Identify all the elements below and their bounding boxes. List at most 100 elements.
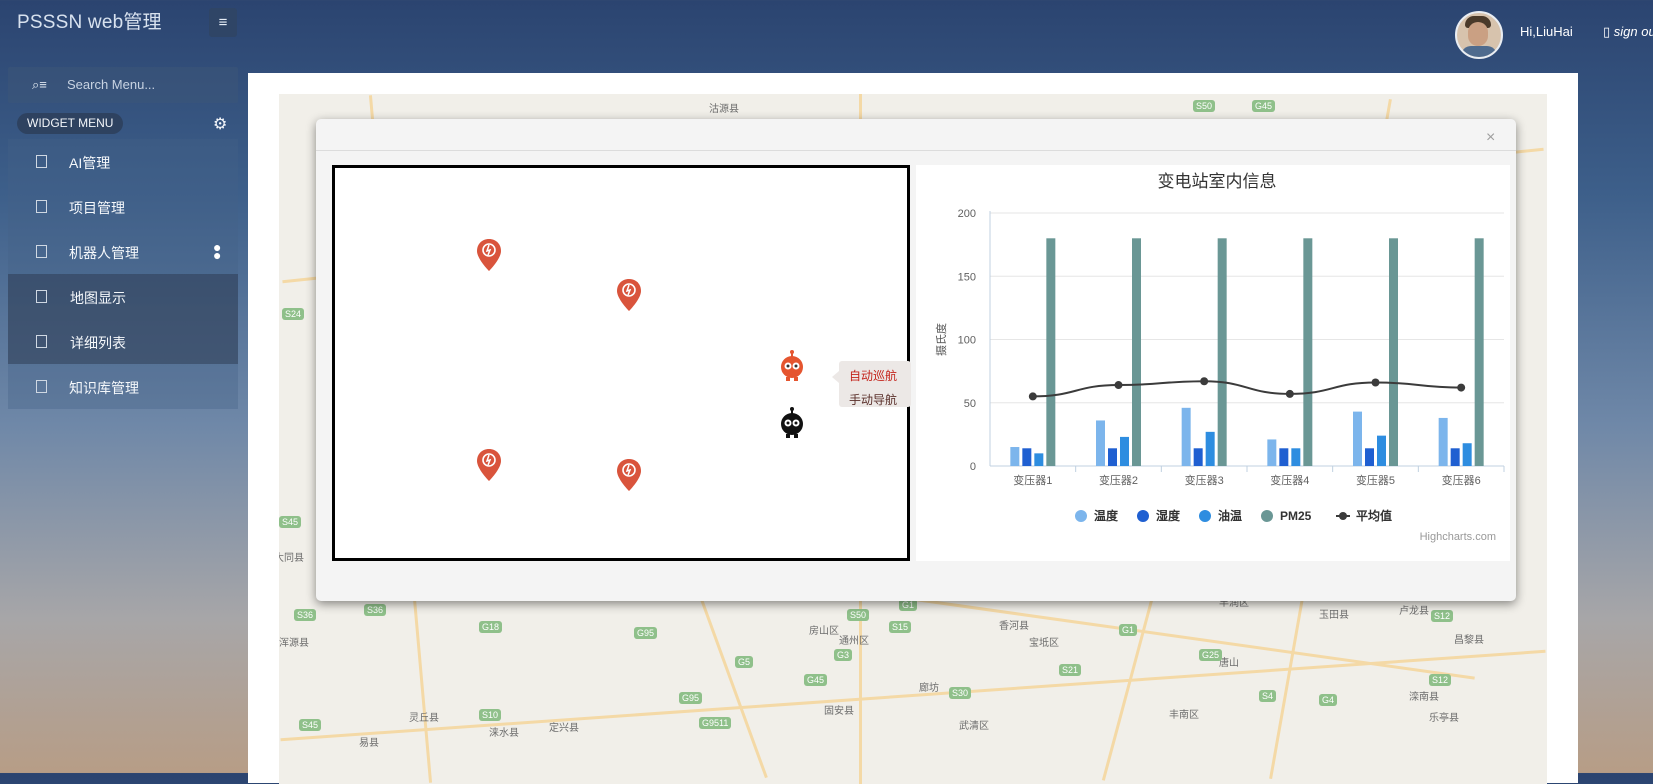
robot-context-menu: 自动巡航 手动导航 xyxy=(832,361,911,408)
bar-湿度 xyxy=(1450,448,1460,466)
y-axis-label: 摄氏度 xyxy=(934,323,948,356)
legend-label: 温度 xyxy=(1094,508,1119,523)
x-tick-label: 变压器4 xyxy=(1270,473,1309,487)
highway-shield: G9511 xyxy=(699,717,732,729)
menu-square-icon xyxy=(36,245,47,258)
x-tick-label: 变压器3 xyxy=(1185,473,1224,487)
sidebar-item-label: 机器人管理 xyxy=(69,245,139,261)
sidebar-item-label: 知识库管理 xyxy=(69,380,139,396)
bar-温度 xyxy=(1096,420,1105,466)
sidebar-subitem-map[interactable]: 地图显示 xyxy=(8,274,238,319)
menu-square-icon xyxy=(36,380,47,393)
avatar[interactable] xyxy=(1455,11,1503,59)
y-tick-label: 100 xyxy=(958,335,976,347)
highway-shield: G5 xyxy=(735,656,754,668)
bar-PM25 xyxy=(1474,238,1484,466)
expand-dots-icon: ● ● xyxy=(213,239,222,263)
menu-square-icon xyxy=(36,155,47,168)
menu-toggle-button[interactable]: ≡ xyxy=(209,8,237,37)
highway-shield: G18 xyxy=(479,621,503,633)
line-point xyxy=(1200,377,1209,386)
bar-温度 xyxy=(1267,439,1277,466)
location-pin-icon[interactable] xyxy=(477,449,501,481)
map-place-label: 沽源县 xyxy=(709,104,739,115)
sign-out-link[interactable]: ▯ sign out xyxy=(1603,24,1653,40)
highway-shield: S15 xyxy=(889,621,912,633)
highway-shield: S4 xyxy=(1259,690,1277,702)
location-pin-icon[interactable] xyxy=(617,279,641,311)
menu-square-icon xyxy=(36,200,47,213)
map-place-label: 涞水县 xyxy=(489,728,519,739)
close-icon[interactable]: × xyxy=(1486,129,1495,147)
map-place-label: 浑源县 xyxy=(279,638,309,649)
map-place-label: 玉田县 xyxy=(1319,610,1349,621)
x-tick-label: 变压器1 xyxy=(1013,473,1052,487)
auto-cruise-menu-item[interactable]: 自动巡航 xyxy=(849,367,897,384)
sidebar-item-label: AI管理 xyxy=(69,155,111,171)
bar-PM25 xyxy=(1217,238,1227,466)
highway-shield: G3 xyxy=(834,649,853,661)
map-place-label: 通州区 xyxy=(839,636,869,647)
highway-shield: G4 xyxy=(1319,694,1338,706)
search-menu[interactable]: ⌕≡ Search Menu... xyxy=(8,67,238,103)
bar-温度 xyxy=(1438,417,1448,466)
highway-shield: S45 xyxy=(299,719,322,731)
bar-油温 xyxy=(1377,435,1386,466)
y-tick-label: 0 xyxy=(970,461,976,473)
highway-shield: S24 xyxy=(282,308,305,320)
highway-shield: G45 xyxy=(1252,100,1276,112)
manual-nav-menu-item[interactable]: 手动导航 xyxy=(849,391,897,408)
modal-header: × xyxy=(316,119,1516,151)
search-icon: ⌕≡ xyxy=(32,77,47,92)
map-place-label: 香河县 xyxy=(999,621,1029,632)
y-tick-label: 50 xyxy=(964,398,976,410)
sidebar-subitem-list[interactable]: 详细列表 xyxy=(8,319,238,364)
map-place-label: 丰南区 xyxy=(1169,710,1199,721)
map-place-label: 定兴县 xyxy=(549,723,579,734)
legend-symbol xyxy=(1199,510,1211,522)
legend-label: 湿度 xyxy=(1156,508,1181,523)
location-pin-icon[interactable] xyxy=(617,459,641,491)
highway-shield: S50 xyxy=(847,609,870,621)
device-info-modal: × 变电站室内信息 摄氏度 0 50 100 150 200 变压器1 变压器2… xyxy=(316,119,1516,601)
map-place-label: 灵丘县 xyxy=(409,713,439,724)
sidebar-item-label: 项目管理 xyxy=(69,200,125,216)
x-tick-label: 变压器5 xyxy=(1356,473,1395,487)
highway-shield: S30 xyxy=(949,687,972,699)
y-tick-label: 200 xyxy=(958,208,976,220)
line-point xyxy=(1285,389,1294,398)
line-point xyxy=(1371,378,1380,387)
map-place-label: 武清区 xyxy=(959,721,989,732)
bar-油温 xyxy=(1462,443,1472,466)
sidebar-item-robot[interactable]: 机器人管理 ● ● xyxy=(8,229,238,274)
sidebar-item-knowledge[interactable]: 知识库管理 xyxy=(8,364,238,409)
bar-湿度 xyxy=(1193,448,1203,466)
highway-shield: G45 xyxy=(804,674,828,686)
sidebar-item-project[interactable]: 项目管理 xyxy=(8,184,238,229)
chart-title: 变电站室内信息 xyxy=(1158,172,1277,191)
bar-PM25 xyxy=(1303,238,1313,466)
x-tick-label: 变压器2 xyxy=(1099,473,1138,487)
legend-line-marker xyxy=(1339,512,1347,520)
y-tick-label: 150 xyxy=(958,271,976,283)
brand-title: PSSSN web管理 xyxy=(17,12,162,33)
bar-油温 xyxy=(1120,436,1129,466)
bar-油温 xyxy=(1205,431,1215,466)
highway-shield: G95 xyxy=(634,627,658,639)
menu-square-icon xyxy=(36,290,47,303)
highway-shield: S36 xyxy=(364,604,387,616)
legend-label: 油温 xyxy=(1218,508,1242,523)
robot-idle-icon[interactable] xyxy=(778,407,806,439)
location-pin-icon[interactable] xyxy=(477,239,501,271)
sidebar-item-ai[interactable]: AI管理 xyxy=(8,139,238,184)
map-place-label: 固安县 xyxy=(824,706,854,717)
highway-shield: S21 xyxy=(1059,664,1082,676)
bar-油温 xyxy=(1034,453,1044,466)
robot-active-icon[interactable] xyxy=(778,350,806,382)
search-input[interactable]: Search Menu... xyxy=(67,77,155,92)
map-place-label: 滦南县 xyxy=(1409,692,1439,703)
user-greeting: Hi,LiuHai xyxy=(1520,24,1573,39)
widget-menu-badge[interactable]: WIDGET MENU xyxy=(17,113,124,134)
robot-map-panel[interactable] xyxy=(332,165,910,561)
gear-icon[interactable]: ⚙ xyxy=(213,114,227,134)
